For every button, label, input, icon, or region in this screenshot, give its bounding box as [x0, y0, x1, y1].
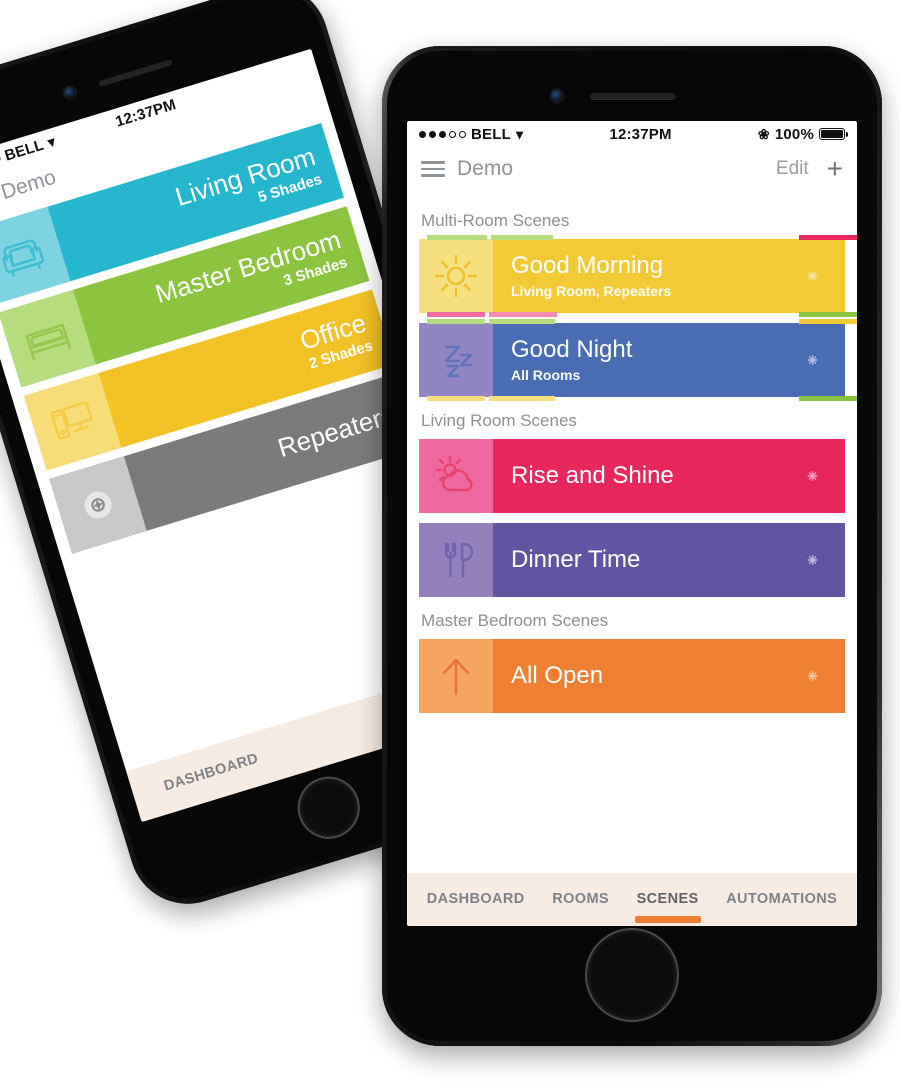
signal-group: BELL ▾	[419, 126, 523, 143]
card-edge-sliver	[799, 319, 857, 324]
home-button[interactable]	[585, 928, 679, 1022]
tab-bar: DASHBOARD ROOMS SCENES AUTOMATIONS	[407, 873, 857, 926]
scene-icon-panel	[419, 639, 493, 713]
bluetooth-icon: ❀	[757, 125, 770, 142]
card-edge-sliver	[427, 396, 485, 401]
edit-button[interactable]: Edit	[776, 158, 809, 180]
scene-card[interactable]: Good Morning Living Room, Repeaters	[419, 235, 857, 317]
section-header: Living Room Scenes	[421, 411, 577, 430]
scene-card[interactable]: All Open	[419, 639, 845, 713]
scene-icon-panel	[419, 239, 493, 313]
card-edge-sliver	[799, 312, 857, 317]
earpiece-speaker	[590, 93, 676, 100]
scene-subtitle: All Rooms	[511, 366, 581, 383]
scene-card-body[interactable]: Good Morning Living Room, Repeaters	[493, 239, 845, 313]
tab-label: ROOMS	[552, 890, 609, 907]
card-edge-sliver	[489, 319, 555, 324]
signal-dots-icon	[419, 130, 466, 138]
scene-text-group: All Open	[511, 661, 604, 690]
computer-icon	[50, 401, 93, 440]
scenes-list: Multi-Room Scenes Good Morning Living Room…	[407, 191, 857, 713]
tab-dashboard[interactable]: DASHBOARD	[425, 877, 527, 923]
card-edge-sliver	[489, 312, 557, 317]
section-header: Multi-Room Scenes	[421, 211, 570, 230]
scene-card[interactable]: Rise and Shine	[419, 439, 845, 513]
app-showcase-stage: BELL ▾ 12:37PM Demo Living Room 5 Shades M…	[0, 0, 900, 1085]
gear-icon	[807, 555, 818, 565]
active-tab-indicator	[634, 915, 701, 923]
gear-icon	[807, 471, 818, 481]
sun-cloud-icon	[435, 455, 473, 492]
card-edge-sliver	[427, 319, 485, 324]
scene-text-group: Good Morning Living Room, Repeaters	[511, 252, 672, 299]
scene-card[interactable]: Dinner Time	[419, 523, 845, 597]
battery-full-icon	[819, 128, 848, 140]
status-right-group: ❀ 100%	[757, 125, 848, 143]
tab-automations[interactable]: AUTOMATIONS	[724, 877, 839, 923]
page-title: Demo	[457, 157, 514, 180]
gear-icon[interactable]	[804, 268, 821, 285]
card-edge-sliver	[491, 235, 553, 240]
scene-card-body[interactable]: Rise and Shine	[493, 439, 845, 513]
clock-label: 12:37PM	[609, 125, 672, 143]
hamburger-menu-icon[interactable]	[421, 161, 445, 177]
sofa-icon	[2, 239, 44, 277]
section-header: Master Bedroom Scenes	[421, 611, 609, 630]
card-edge-sliver	[427, 235, 487, 240]
scene-text-group: Rise and Shine	[511, 461, 674, 490]
gear-icon[interactable]	[804, 352, 821, 369]
card-edge-sliver	[799, 396, 857, 401]
gear-icon	[807, 355, 818, 365]
nav-bar: Demo Edit +	[407, 147, 857, 191]
scene-icon-panel	[419, 439, 493, 513]
scene-card-body[interactable]: Dinner Time	[493, 523, 845, 597]
battery-percent-label: 100%	[774, 125, 814, 143]
scene-title: Rise and Shine	[511, 461, 674, 489]
front-camera-icon	[551, 90, 563, 102]
plus-icon[interactable]: +	[827, 155, 843, 182]
tab-scenes[interactable]: SCENES	[634, 877, 701, 923]
room-title: Repeaters	[274, 399, 398, 464]
scene-card-body[interactable]: All Open	[493, 639, 845, 713]
gear-icon[interactable]	[804, 552, 821, 569]
front-phone-screen: BELL ▾ 12:37PM ❀ 100% Demo Edit + Multi-…	[407, 121, 857, 926]
status-bar: BELL ▾ 12:37PM ❀ 100%	[407, 121, 857, 147]
card-edge-sliver	[489, 396, 555, 401]
scene-title: Good Morning	[511, 252, 664, 280]
tab-label: AUTOMATIONS	[726, 890, 838, 907]
tab-rooms[interactable]: ROOMS	[550, 877, 611, 923]
tab-label: DASHBOARD	[426, 890, 525, 907]
scene-icon-panel	[419, 323, 493, 397]
gear-icon[interactable]	[804, 668, 821, 685]
back-page-title: Demo	[0, 165, 59, 204]
front-phone: BELL ▾ 12:37PM ❀ 100% Demo Edit + Multi-…	[382, 46, 882, 1046]
bed-icon	[25, 323, 71, 361]
card-edge-sliver	[427, 312, 485, 317]
gear-icon	[807, 271, 818, 281]
scene-card-body[interactable]: Good Night All Rooms	[493, 323, 845, 397]
scene-title: Dinner Time	[511, 545, 641, 573]
card-edge-sliver	[799, 235, 857, 240]
gear-icon	[807, 671, 818, 681]
scene-subtitle: Living Room, Repeaters	[511, 282, 672, 299]
repeater-icon	[84, 491, 112, 519]
scene-icon-panel	[419, 523, 493, 597]
carrier-label: BELL	[471, 125, 511, 143]
fork-knife-icon	[444, 542, 474, 578]
arrow-up-icon	[442, 658, 470, 696]
scene-title: Good Night	[511, 336, 633, 364]
front-phone-body: BELL ▾ 12:37PM ❀ 100% Demo Edit + Multi-…	[382, 46, 882, 1046]
sun-icon	[434, 254, 478, 298]
scene-title: All Open	[511, 661, 604, 689]
wifi-icon: ▾	[515, 126, 524, 142]
gear-icon[interactable]	[804, 468, 821, 485]
scene-card[interactable]: Good Night All Rooms	[419, 319, 857, 401]
scene-text-group: Good Night All Rooms	[511, 336, 633, 383]
scene-text-group: Dinner Time	[511, 545, 641, 574]
tab-label: SCENES	[636, 890, 699, 907]
zzz-sleep-icon	[444, 345, 473, 378]
